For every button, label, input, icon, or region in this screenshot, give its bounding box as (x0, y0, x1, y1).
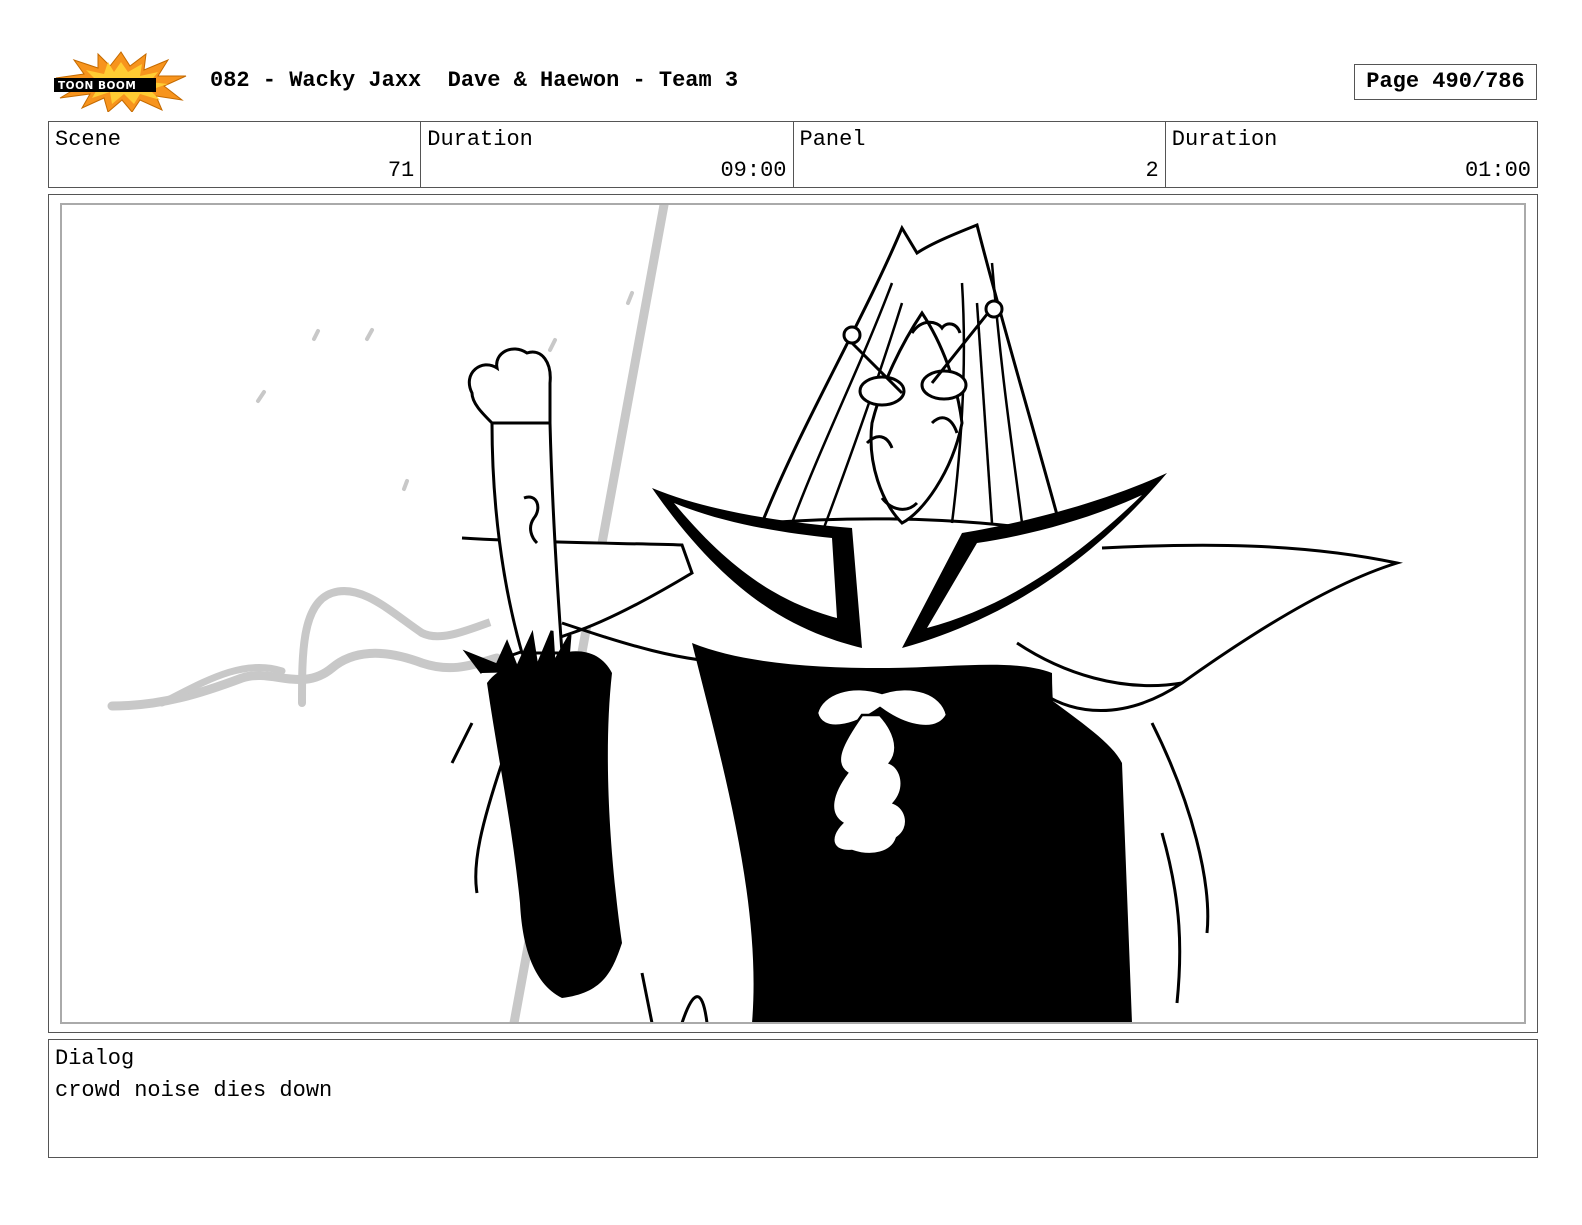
scene-value: 71 (387, 158, 415, 183)
cape-right-strands (1150, 722, 1210, 1004)
cape-left-wing (461, 536, 694, 660)
panel-cell: Panel 2 (794, 122, 1166, 187)
eye-right (920, 369, 968, 401)
scene-duration-label: Duration (427, 127, 533, 152)
panel-value: 2 (1145, 158, 1159, 183)
scene-duration-value: 09:00 (720, 158, 787, 183)
brow-curl-left (842, 325, 862, 345)
sleeve-dark (487, 651, 622, 998)
document-title: 082 - Wacky Jaxx Dave & Haewon - Team 3 (210, 68, 739, 93)
brow-curl-right (984, 299, 1004, 319)
scene-info-row: Scene 71 Duration 09:00 Panel 2 Duration… (48, 121, 1538, 188)
panel-duration-value: 01:00 (1464, 158, 1531, 183)
smoke-wisp (298, 587, 506, 707)
scene-label: Scene (55, 127, 122, 152)
dialog-box: Dialog crowd noise dies down (48, 1039, 1538, 1158)
storyboard-drawing-area (60, 203, 1526, 1024)
storyboard-drawing (107, 205, 1403, 1022)
dialog-label: Dialog (55, 1046, 135, 1071)
robe-right-panel (1042, 693, 1132, 1022)
scene-cell: Scene 71 (49, 122, 422, 187)
raised-hand (467, 347, 552, 425)
storyboard-panel-frame (48, 194, 1538, 1033)
panel-label: Panel (799, 127, 866, 152)
panel-duration-label: Duration (1171, 127, 1278, 152)
panel-duration-cell: Duration 01:00 (1166, 122, 1537, 187)
logo-text: TOON BOOM (58, 80, 136, 92)
eye-left (858, 375, 906, 407)
scene-duration-cell: Duration 09:00 (421, 122, 794, 187)
cape-right-wing (1041, 543, 1403, 712)
toon-boom-logo: TOON BOOM (52, 50, 190, 113)
motion-dashes (256, 291, 634, 491)
dialog-text: crowd noise dies down (55, 1078, 333, 1103)
page-number: Page 490/786 (1354, 64, 1537, 100)
